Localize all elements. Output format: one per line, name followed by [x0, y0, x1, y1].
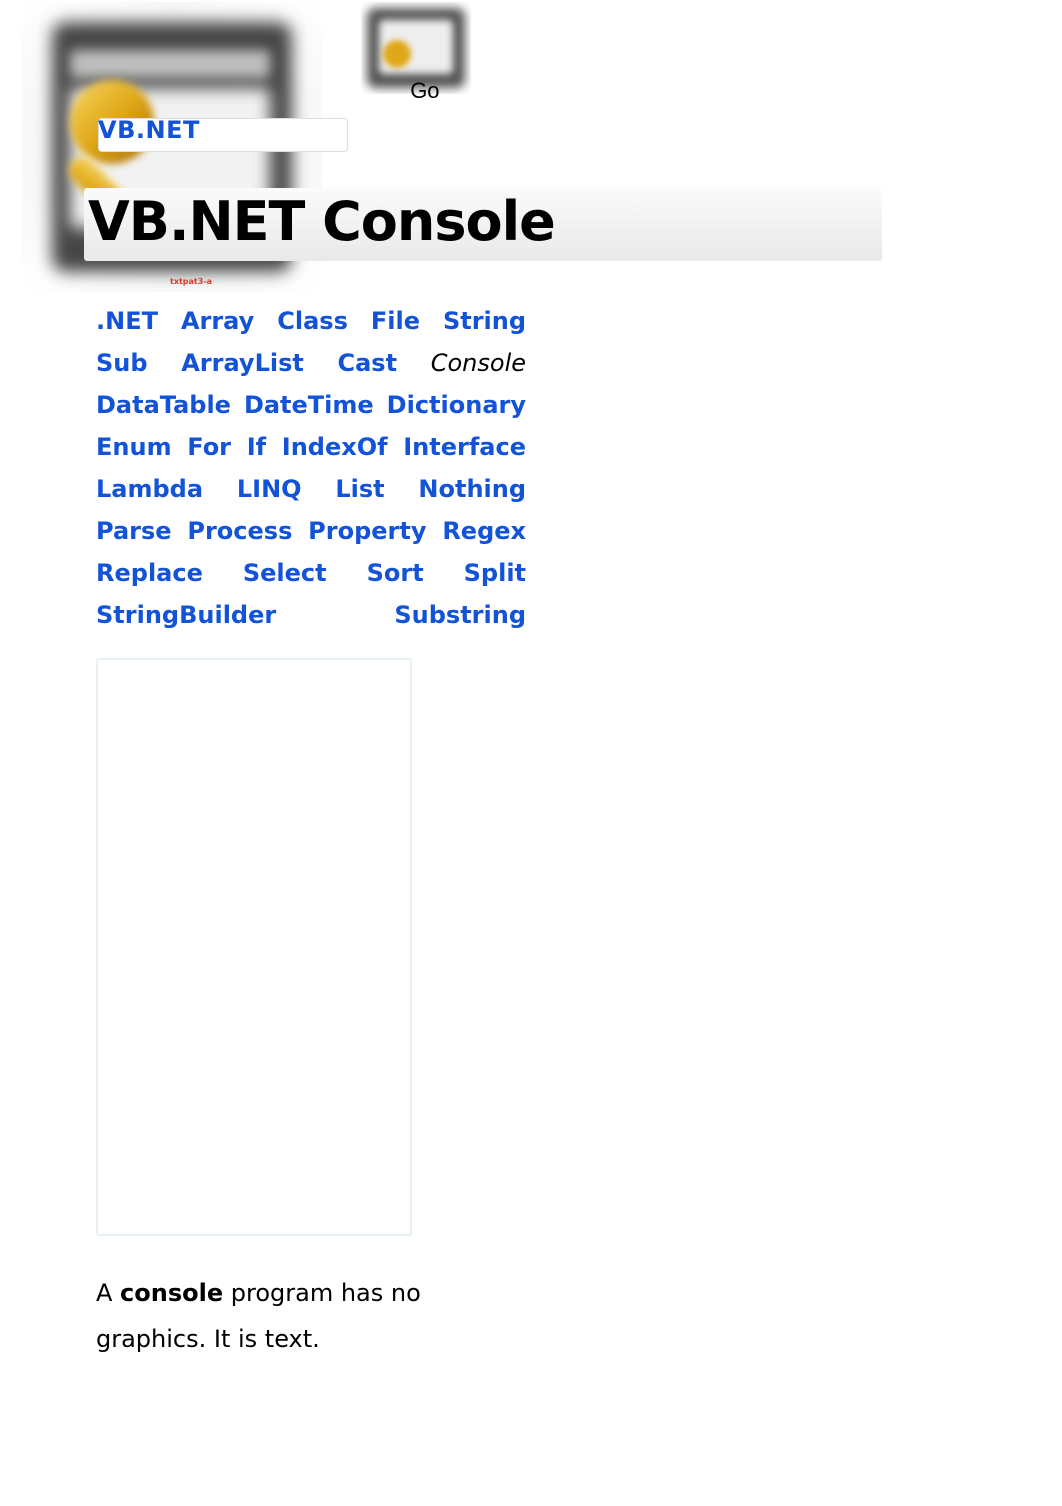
topic-tag-link[interactable]: Substring: [394, 601, 526, 629]
topic-tag-link[interactable]: StringBuilder: [96, 601, 276, 629]
breadcrumb-link-vbnet[interactable]: VB.NET: [98, 116, 200, 144]
topic-tag-link[interactable]: Nothing: [418, 475, 526, 503]
topic-tag-link[interactable]: Dictionary: [387, 391, 526, 419]
topic-tag-link[interactable]: Property: [308, 517, 426, 545]
topic-tag-link[interactable]: Interface: [403, 433, 526, 461]
topic-tag-link[interactable]: Replace: [96, 559, 203, 587]
topic-tag-list: .NET Array Class File String Sub ArrayLi…: [96, 300, 526, 636]
page-title: VB.NET Console: [88, 190, 878, 253]
topic-tag-link[interactable]: LINQ: [237, 475, 302, 503]
topic-tag-link[interactable]: .NET: [96, 307, 158, 335]
intro-text-bold: console: [120, 1279, 223, 1307]
topic-tag-link[interactable]: Process: [187, 517, 292, 545]
topic-tag-link[interactable]: Parse: [96, 517, 172, 545]
topic-tag-link[interactable]: Lambda: [96, 475, 203, 503]
topic-tag-link[interactable]: Class: [277, 307, 348, 335]
topic-tag-current: Console: [431, 349, 526, 377]
illustration-placeholder: [96, 658, 412, 1236]
topic-tag-link[interactable]: Sort: [367, 559, 424, 587]
topic-tag-link[interactable]: ArrayList: [181, 349, 304, 377]
topic-tag-link[interactable]: Cast: [338, 349, 398, 377]
topic-tag-link[interactable]: String: [443, 307, 526, 335]
topic-tag-link[interactable]: Split: [464, 559, 526, 587]
topic-tag-link[interactable]: Sub: [96, 349, 148, 377]
topic-tag-link[interactable]: For: [187, 433, 231, 461]
tiny-red-label: txtpat3-a: [170, 277, 1062, 286]
topic-tag-link[interactable]: If: [247, 433, 266, 461]
topic-tag-link[interactable]: DataTable: [96, 391, 231, 419]
intro-text-prefix: A: [96, 1279, 120, 1307]
page-title-bar: VB.NET Console: [84, 188, 882, 261]
go-button[interactable]: Go: [404, 77, 445, 105]
topic-tag-link[interactable]: Regex: [442, 517, 526, 545]
intro-paragraph: A console program has no graphics. It is…: [96, 1270, 526, 1362]
topic-tag-link[interactable]: Select: [243, 559, 327, 587]
breadcrumb: VB.NET: [0, 116, 1062, 144]
topic-tag-link[interactable]: List: [335, 475, 384, 503]
topic-tag-link[interactable]: Enum: [96, 433, 172, 461]
topic-tag-link[interactable]: Array: [181, 307, 254, 335]
topic-tag-link[interactable]: DateTime: [244, 391, 374, 419]
topic-tag-link[interactable]: File: [371, 307, 420, 335]
topic-tag-link[interactable]: IndexOf: [282, 433, 388, 461]
